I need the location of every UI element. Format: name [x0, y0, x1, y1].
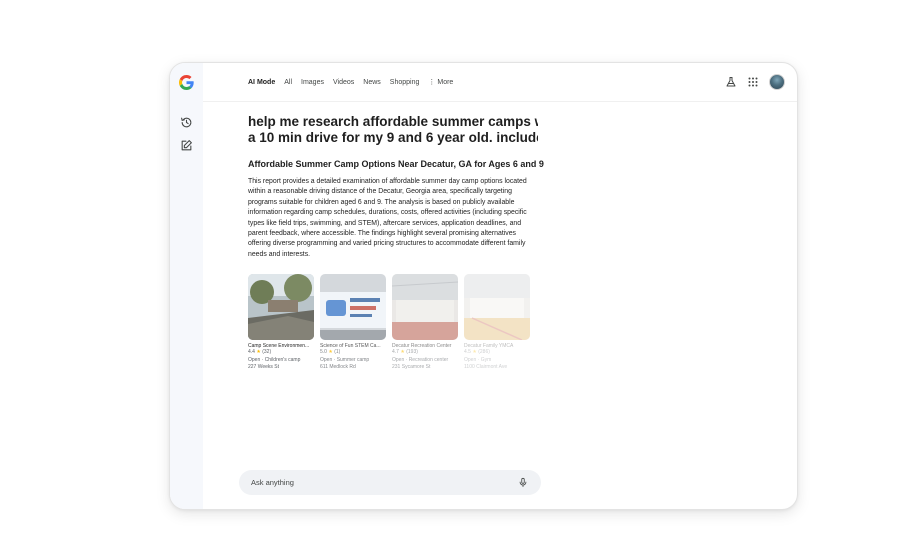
place-type: Open · Children's camp	[248, 356, 301, 363]
place-rating: 4.7 ★ (193)	[392, 349, 418, 355]
place-type: Open · Recreation center	[392, 356, 449, 363]
query-line-1: help me research affordable summer camps…	[248, 114, 538, 129]
place-photo-camp-scene	[248, 274, 314, 340]
tab-videos[interactable]: Videos	[333, 79, 354, 86]
apps-grid-icon[interactable]	[747, 76, 759, 88]
ask-placeholder: Ask anything	[251, 478, 294, 487]
ask-input[interactable]: Ask anything	[239, 470, 541, 495]
place-photo-ymca	[464, 274, 530, 340]
place-address: 231 Sycamore St	[392, 364, 431, 370]
place-address: 1100 Clairmont Ave	[464, 364, 508, 370]
place-type: Open · Summer camp	[320, 356, 370, 363]
star-icon: ★	[328, 349, 333, 355]
place-rating: 4.5 ★ (286)	[464, 349, 490, 355]
browser-window: AI Mode All Images Videos News Shopping …	[169, 62, 798, 510]
place-rating: 4.4 ★ (32)	[248, 349, 272, 355]
tab-more-label: More	[437, 78, 454, 86]
new-chat-icon[interactable]	[180, 139, 193, 152]
tab-news[interactable]: News	[363, 79, 381, 86]
query-heading: help me research affordable summer camps…	[248, 114, 538, 146]
avatar[interactable]	[769, 74, 785, 90]
left-rail	[170, 63, 203, 509]
google-logo-icon[interactable]	[179, 75, 194, 90]
place-address: 227 Weeks St	[248, 364, 280, 370]
star-icon: ★	[472, 349, 477, 355]
place-cards: Camp Scene Environmen... 4.4 ★ (32) Open…	[248, 274, 530, 372]
place-rating: 5.0 ★ (1)	[320, 349, 341, 355]
tab-ai-mode[interactable]: AI Mode	[248, 79, 275, 86]
labs-flask-icon[interactable]	[725, 76, 737, 88]
tab-shopping[interactable]: Shopping	[390, 79, 420, 86]
place-photo-science-of-fun	[320, 274, 386, 340]
query-line-2: a 10 min drive for my 9 and 6 year old. …	[248, 130, 538, 145]
place-card[interactable]: Decatur Recreation Center 4.7 ★ (193) Op…	[392, 274, 458, 372]
star-icon: ★	[256, 349, 261, 355]
answer-body: This report provides a detailed examinat…	[248, 178, 527, 258]
star-icon: ★	[400, 349, 405, 355]
place-card[interactable]: Decatur Family YMCA 4.5 ★ (286) Open · G…	[464, 274, 530, 372]
history-icon[interactable]	[180, 116, 193, 129]
place-card[interactable]: Camp Scene Environmen... 4.4 ★ (32) Open…	[248, 274, 314, 372]
answer-title: Affordable Summer Camp Options Near Deca…	[248, 159, 544, 169]
search-tabs: AI Mode All Images Videos News Shopping …	[248, 78, 462, 87]
place-photo-recreation-center	[392, 274, 458, 340]
place-address: 611 Medlock Rd	[320, 364, 356, 370]
tab-all[interactable]: All	[284, 79, 292, 86]
more-vert-icon: ⋮	[428, 79, 435, 86]
tab-more[interactable]: ⋮ More	[428, 78, 454, 87]
account-controls	[725, 74, 785, 90]
tab-images[interactable]: Images	[301, 79, 324, 86]
microphone-icon[interactable]	[518, 477, 528, 488]
place-type: Open · Gym	[464, 356, 492, 363]
place-card[interactable]: Science of Fun STEM Ca... 5.0 ★ (1) Open…	[320, 274, 386, 372]
top-bar: AI Mode All Images Videos News Shopping …	[203, 63, 797, 102]
